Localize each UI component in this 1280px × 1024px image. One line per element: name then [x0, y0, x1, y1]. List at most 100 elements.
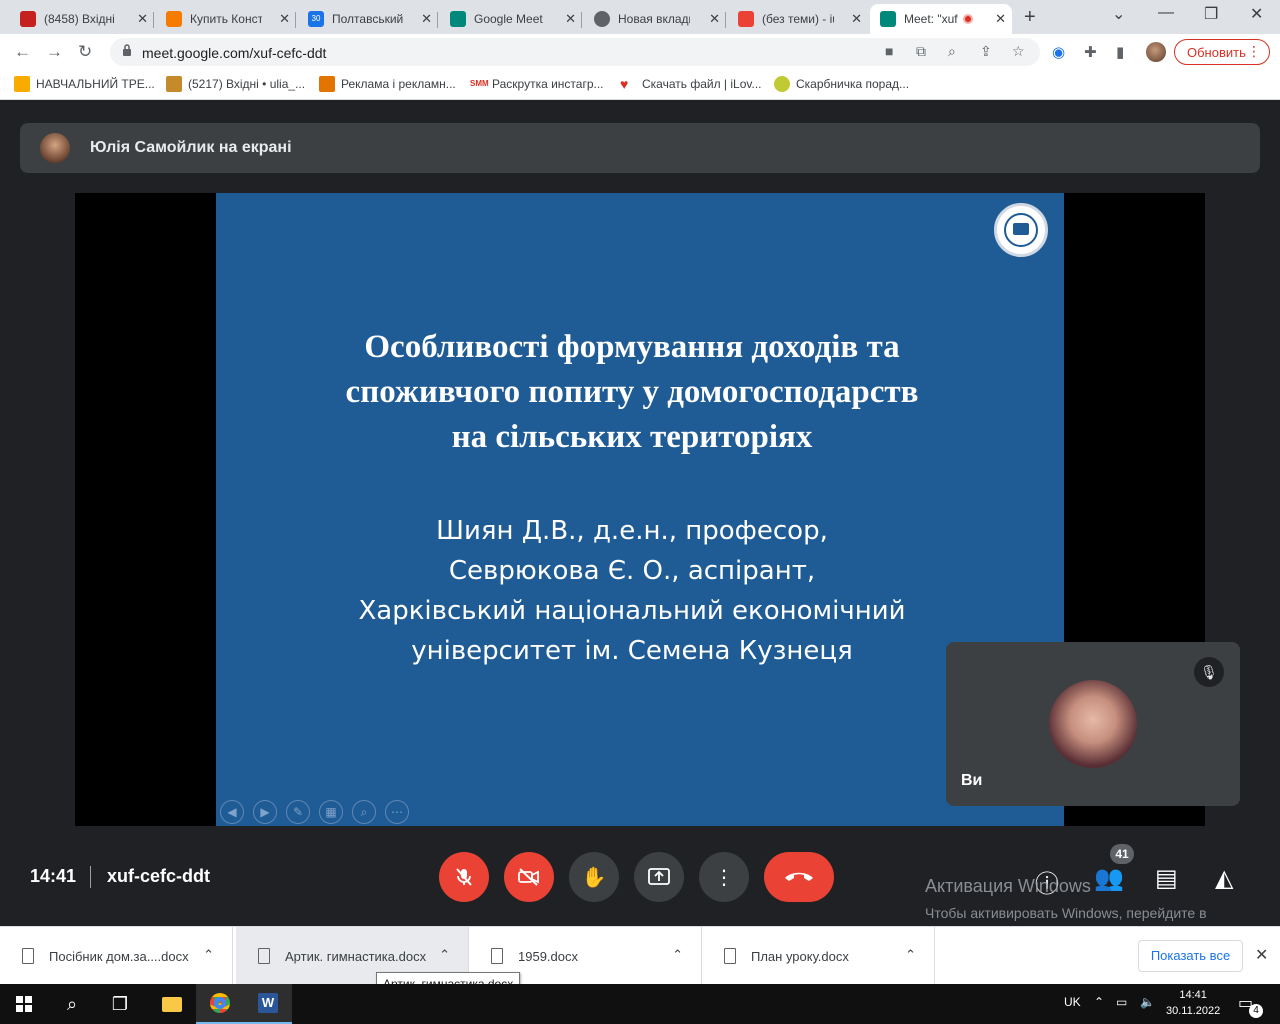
- chevron-up-icon[interactable]: ⌃: [672, 947, 683, 963]
- close-icon[interactable]: ✕: [709, 11, 720, 27]
- bookmark-item[interactable]: SMM Раскрутка инстагр...: [470, 76, 604, 92]
- bookmark-label: НАВЧАЛЬНИЙ ТРЕ...: [36, 77, 155, 91]
- close-icon[interactable]: ✕: [421, 11, 432, 27]
- meeting-code: xuf-cefc-ddt: [107, 866, 210, 886]
- start-button[interactable]: [0, 984, 48, 1024]
- author-line: університет ім. Семена Кузнеця: [411, 636, 853, 666]
- mic-off-icon: [456, 868, 472, 886]
- download-item[interactable]: План уроку.docx ⌃: [702, 927, 935, 985]
- bookmark-star-icon[interactable]: ☆: [1012, 43, 1025, 60]
- chevron-up-icon[interactable]: ⌃: [439, 947, 450, 963]
- tab-shop[interactable]: Купить Констр ✕: [156, 4, 296, 34]
- author-line: Шиян Д.В., д.е.н., професор,: [436, 516, 828, 546]
- document-icon: [491, 948, 503, 964]
- bookmark-item[interactable]: ♥ Скачать файл | iLov...: [620, 76, 762, 92]
- more-options-icon[interactable]: ⋯: [385, 800, 409, 824]
- chrome-taskbar-button[interactable]: [196, 984, 244, 1024]
- tab-gmail-draft[interactable]: (без теми) - iu ✕: [728, 4, 868, 34]
- extensions-icon[interactable]: ✚: [1084, 43, 1097, 61]
- more-options-button[interactable]: ⋮: [699, 852, 749, 902]
- download-filename: План уроку.docx: [751, 948, 849, 964]
- bookmark-label: (5217) Вхідні • ulia_...: [188, 77, 306, 91]
- self-name: Ви: [961, 772, 983, 789]
- tab-google-meet[interactable]: Google Meet ✕: [440, 4, 582, 34]
- tab-label: Meet: "xuf: [904, 12, 958, 26]
- bookmark-item[interactable]: Реклама і рекламн...: [319, 76, 456, 92]
- extension-globe-icon[interactable]: ◉: [1052, 43, 1065, 61]
- close-window-icon[interactable]: ✕: [1250, 4, 1263, 24]
- close-icon[interactable]: ✕: [279, 11, 290, 27]
- presentation-slide: Особливості формування доходів та спожив…: [216, 193, 1064, 827]
- camera-toggle-button[interactable]: [504, 852, 554, 902]
- network-icon[interactable]: ▭: [1116, 995, 1127, 1009]
- lock-icon: [123, 44, 131, 56]
- presenter-title: Юлія Самойлик на екрані: [90, 139, 292, 156]
- tab-label: Купить Констр: [190, 12, 262, 26]
- tab-meet-active[interactable]: Meet: "xuf ✕: [870, 4, 1012, 34]
- language-indicator[interactable]: UK: [1064, 995, 1081, 1009]
- chrome-icon: [210, 993, 230, 1013]
- address-toolbar: ← → ↻ meet.google.com/xuf-cefc-ddt ■ ⧉ ⌕…: [0, 34, 1280, 70]
- participants-count: 41: [1110, 844, 1134, 864]
- update-button[interactable]: Обновить ⋮: [1174, 39, 1270, 65]
- chevron-up-icon[interactable]: ⌃: [203, 947, 214, 963]
- slides-grid-icon[interactable]: ▦: [319, 800, 343, 824]
- chevron-up-icon[interactable]: ⌃: [905, 947, 916, 963]
- close-icon[interactable]: ✕: [565, 11, 576, 27]
- task-view-icon: ❐: [111, 993, 129, 1014]
- tab-label: (без теми) - iu: [762, 12, 834, 26]
- slideshow-controls: ◀ ▶ ✎ ▦ ⌕ ⋯: [220, 800, 418, 824]
- recording-icon: [963, 14, 973, 24]
- tab-gmail-inbox[interactable]: (8458) Вхідні • ✕: [10, 4, 154, 34]
- next-slide-icon[interactable]: ▶: [253, 800, 277, 824]
- camera-icon[interactable]: ■: [885, 43, 893, 59]
- bookmark-item[interactable]: НАВЧАЛЬНИЙ ТРЕ...: [14, 76, 155, 92]
- search-button[interactable]: ⌕: [48, 984, 96, 1024]
- prev-slide-icon[interactable]: ◀: [220, 800, 244, 824]
- update-label: Обновить: [1187, 45, 1246, 60]
- bookmark-item[interactable]: (5217) Вхідні • ulia_...: [166, 76, 305, 92]
- word-taskbar-button[interactable]: W: [244, 984, 292, 1024]
- raise-hand-button[interactable]: ✋: [569, 852, 619, 902]
- shop-icon: [166, 11, 182, 27]
- bookmarks-bar: НАВЧАЛЬНИЙ ТРЕ... (5217) Вхідні • ulia_.…: [0, 70, 1280, 100]
- tab-search-icon[interactable]: ⌄: [1112, 4, 1125, 24]
- task-view-button[interactable]: ❐: [96, 984, 144, 1024]
- reload-icon[interactable]: ↻: [78, 42, 92, 62]
- new-tab-icon[interactable]: +: [1024, 6, 1036, 29]
- download-item[interactable]: Посібник дом.за....docx ⌃: [0, 927, 233, 985]
- pen-icon[interactable]: ✎: [286, 800, 310, 824]
- translate-icon[interactable]: ⧉: [916, 43, 926, 60]
- zoom-icon[interactable]: ⌕: [948, 43, 956, 60]
- restore-icon[interactable]: ❐: [1204, 4, 1218, 24]
- minimize-icon[interactable]: —: [1158, 4, 1174, 22]
- bookmark-label: Скарбничка порад...: [796, 77, 910, 91]
- close-icon[interactable]: ✕: [995, 11, 1006, 27]
- self-video-tile[interactable]: 🎙 Ви: [946, 642, 1240, 806]
- calendar-icon: 30: [308, 11, 324, 27]
- zoom-slide-icon[interactable]: ⌕: [352, 800, 376, 824]
- chevron-up-icon[interactable]: ⌃: [1094, 995, 1104, 1009]
- presenter-bar: Юлія Самойлик на екрані: [20, 123, 1260, 173]
- tab-new-tab[interactable]: Новая вкладка ✕: [584, 4, 726, 34]
- side-panel-icon[interactable]: ▮: [1116, 43, 1124, 61]
- share-icon[interactable]: ⇪: [980, 43, 992, 60]
- bookmark-item[interactable]: Скарбничка порад...: [774, 76, 909, 92]
- system-clock[interactable]: 14:41 30.11.2022: [1166, 987, 1220, 1019]
- close-icon[interactable]: ✕: [137, 11, 148, 27]
- url-bar[interactable]: meet.google.com/xuf-cefc-ddt ■ ⧉ ⌕ ⇪ ☆: [110, 38, 1040, 66]
- volume-icon[interactable]: 🔈: [1140, 995, 1155, 1009]
- tab-calendar[interactable]: 30 Полтавський д ✕: [298, 4, 438, 34]
- back-icon[interactable]: ←: [14, 42, 31, 62]
- mic-toggle-button[interactable]: [439, 852, 489, 902]
- bookmark-label: Реклама і рекламн...: [341, 77, 456, 91]
- leave-call-button[interactable]: [764, 852, 834, 902]
- forward-icon[interactable]: →: [46, 42, 63, 62]
- site-icon: [319, 76, 335, 92]
- close-downloads-icon[interactable]: ✕: [1255, 945, 1268, 965]
- file-explorer-button[interactable]: [148, 984, 196, 1024]
- profile-avatar[interactable]: [1146, 42, 1166, 62]
- present-screen-button[interactable]: [634, 852, 684, 902]
- show-all-downloads-button[interactable]: Показать все: [1138, 940, 1243, 972]
- close-icon[interactable]: ✕: [851, 11, 862, 27]
